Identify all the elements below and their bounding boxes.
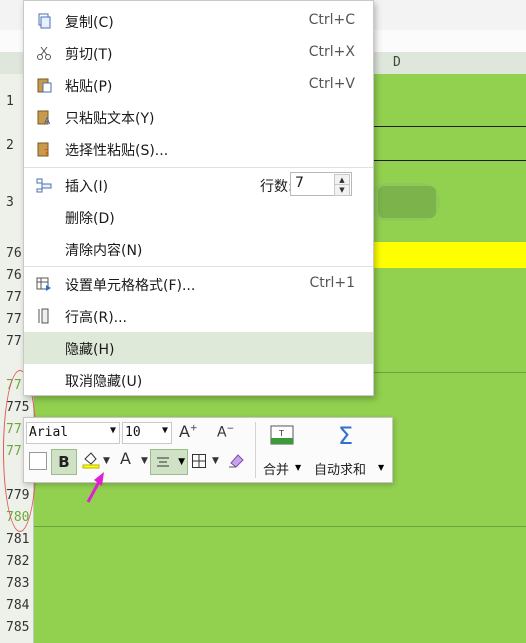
menu-item-row-height[interactable]: 行高(R)... xyxy=(24,300,373,332)
row-number[interactable]: 782 xyxy=(0,554,33,569)
menu-item-label: 剪切(T) xyxy=(65,47,113,63)
paste-icon xyxy=(37,78,52,93)
row-number[interactable]: 783 xyxy=(0,576,33,591)
insert-rows-label: 行数: xyxy=(260,179,293,195)
toolbar-divider xyxy=(255,422,256,478)
grow-font-button[interactable]: A+ xyxy=(179,422,198,441)
merge-cells-icon: T xyxy=(270,425,294,445)
menu-item-paste[interactable]: 粘贴(P) Ctrl+V xyxy=(24,69,373,101)
menu-separator xyxy=(24,167,373,168)
grow-font-label: A xyxy=(179,422,190,441)
menu-item-paste-special[interactable]: ? 选择性粘贴(S)... xyxy=(24,133,373,165)
chevron-down-icon[interactable]: ▼ xyxy=(378,463,384,472)
copy-icon xyxy=(38,13,51,29)
borders-button[interactable] xyxy=(192,453,206,468)
menu-item-label: 行高(R)... xyxy=(65,310,128,326)
merge-label: 合并 xyxy=(263,463,290,478)
row-border xyxy=(34,526,526,527)
menu-item-label: 取消隐藏(U) xyxy=(65,374,143,390)
menu-item-cut[interactable]: 剪切(T) Ctrl+X xyxy=(24,37,373,69)
blurred-cell-content xyxy=(378,186,436,218)
autosum-label: 自动求和 xyxy=(314,463,367,478)
menu-item-paste-text[interactable]: A 只粘贴文本(Y) xyxy=(24,101,373,133)
align-center-icon xyxy=(157,457,169,467)
chevron-down-icon[interactable]: ▼ xyxy=(141,456,148,466)
format-painter-button[interactable] xyxy=(227,451,245,469)
mini-toolbar: Arial ▼ 10 ▼ A+ A− B ▼ A ▼ ▼ ▼ T 合并 ▼ Σ … xyxy=(23,417,393,483)
chevron-down-icon[interactable]: ▼ xyxy=(212,456,219,466)
menu-item-label: 复制(C) xyxy=(65,15,114,31)
autosum-button[interactable]: Σ 自动求和 ▼ xyxy=(312,422,388,478)
column-header-d[interactable]: D xyxy=(393,55,401,70)
menu-item-copy[interactable]: 复制(C) Ctrl+C xyxy=(24,5,373,37)
row-number[interactable]: 781 xyxy=(0,532,33,547)
row-number[interactable]: 784 xyxy=(0,598,33,613)
bold-label: B xyxy=(58,453,70,471)
scissors-icon xyxy=(37,46,51,60)
font-name-select[interactable]: Arial ▼ xyxy=(26,422,120,444)
insert-rows-icon xyxy=(36,178,52,193)
chevron-down-icon[interactable]: ▼ xyxy=(110,425,116,436)
bold-button[interactable]: B xyxy=(51,449,77,475)
menu-item-label: 选择性粘贴(S)... xyxy=(65,143,169,159)
shrink-font-label: A xyxy=(217,424,227,441)
font-size-value: 10 xyxy=(125,425,141,440)
row-height-icon xyxy=(38,308,49,324)
grid-borders-icon xyxy=(192,454,206,468)
menu-item-label: 只粘贴文本(Y) xyxy=(65,111,155,127)
menu-item-format-cells[interactable]: 设置单元格格式(F)... Ctrl+1 xyxy=(24,268,373,300)
insert-rows-stepper[interactable]: 7 ▲ ▼ xyxy=(290,172,352,196)
menu-item-shortcut: Ctrl+V xyxy=(308,76,355,92)
format-cells-icon xyxy=(36,277,51,291)
sigma-icon: Σ xyxy=(338,422,354,450)
paste-special-icon: ? xyxy=(37,142,49,157)
chevron-down-icon[interactable]: ▼ xyxy=(162,425,168,436)
align-button[interactable]: ▼ xyxy=(150,449,188,475)
svg-text:T: T xyxy=(278,429,284,438)
eraser-icon xyxy=(229,454,244,468)
chevron-down-icon[interactable]: ▼ xyxy=(103,456,110,466)
menu-item-shortcut: Ctrl+X xyxy=(308,44,355,60)
row-number[interactable]: 785 xyxy=(0,620,33,635)
menu-separator xyxy=(24,266,373,267)
context-menu: 复制(C) Ctrl+C 剪切(T) Ctrl+X 粘贴(P) Ctrl+V A… xyxy=(23,0,374,396)
chevron-down-icon[interactable]: ▼ xyxy=(178,457,185,467)
menu-item-label: 删除(D) xyxy=(65,211,115,227)
border-style-icon[interactable] xyxy=(29,452,47,470)
menu-item-shortcut: Ctrl+1 xyxy=(309,275,355,291)
font-size-select[interactable]: 10 ▼ xyxy=(122,422,172,444)
insert-rows-value[interactable]: 7 xyxy=(295,175,304,191)
font-name-value: Arial xyxy=(29,425,69,440)
chevron-down-icon[interactable]: ▼ xyxy=(295,463,301,472)
menu-item-label: 插入(I) xyxy=(65,179,109,195)
svg-text:A: A xyxy=(44,117,51,125)
menu-item-unhide[interactable]: 取消隐藏(U) xyxy=(24,364,373,396)
menu-item-label: 隐藏(H) xyxy=(65,342,115,358)
svg-text:?: ? xyxy=(44,148,49,157)
menu-item-insert[interactable]: 插入(I) 行数: 7 ▲ ▼ xyxy=(24,169,373,201)
menu-item-clear-contents[interactable]: 清除内容(N) xyxy=(24,233,373,265)
menu-item-hide[interactable]: 隐藏(H) xyxy=(24,332,373,364)
menu-item-shortcut: Ctrl+C xyxy=(308,12,355,28)
paste-text-icon: A xyxy=(37,110,51,125)
menu-item-label: 清除内容(N) xyxy=(65,243,143,259)
stepper-down-icon[interactable]: ▼ xyxy=(334,184,350,196)
menu-item-label: 设置单元格格式(F)... xyxy=(65,278,196,294)
annotation-arrow-icon xyxy=(86,472,104,503)
merge-button[interactable]: T 合并 ▼ xyxy=(262,422,306,478)
menu-item-delete[interactable]: 删除(D) xyxy=(24,201,373,233)
menu-item-label: 粘贴(P) xyxy=(65,79,113,95)
shrink-font-button[interactable]: A− xyxy=(217,424,234,441)
